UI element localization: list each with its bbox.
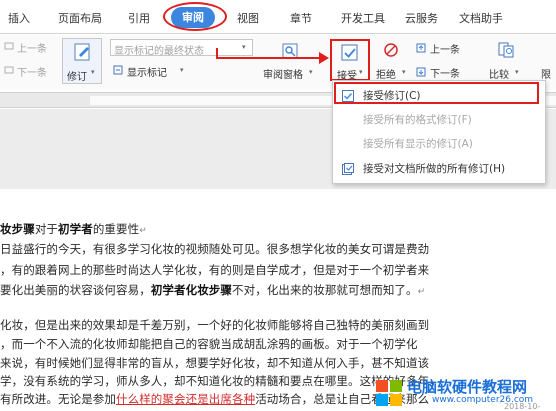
accept-all-icon (342, 163, 354, 175)
ribbon-tab-bar: 插入 页面布局 引用 审阅 视图 章节 开发工具 云服务 文档助手 (0, 0, 556, 34)
menu-item-label: 接受对文档所做的所有修订(H) (363, 163, 506, 175)
tab-view[interactable]: 视图 (237, 10, 259, 26)
compare-button[interactable]: 比较 (489, 66, 509, 81)
paragraph-mark-icon: ↵ (139, 226, 147, 236)
doc-text: 初学者 (58, 222, 93, 236)
tab-insert[interactable]: 插入 (8, 10, 30, 26)
restrict-button[interactable]: 限 (541, 66, 551, 81)
doc-text: 有所改进。无论是参加 (0, 392, 116, 406)
menu-item-accept-all-format[interactable]: 接受所有的格式修订(F) (333, 109, 545, 131)
chevron-down-icon: ▾ (515, 68, 519, 76)
doc-line: 有所改进。无论是参加什么样的聚会还是出席各种活动场合，总是让自己看起来那么 (0, 391, 429, 407)
doc-heading-line: 妆步骤对于初学者的重要性↵ (0, 221, 147, 237)
track-changes-icon (74, 43, 90, 61)
doc-line: 要化出美丽的状容谈何容易，初学者化妆步骤不对，化出来的妆那就可想而知了。↵ (0, 282, 425, 298)
chevron-down-icon: ▾ (91, 68, 95, 76)
watermark-date: 2018-10- (504, 402, 541, 411)
doc-line: 日益盛行的今天，有很多学习化妆的视频随处可见。很多想学化妆的美女可谓是费劲 (0, 242, 430, 256)
doc-line: ，而一个不入流的化妆师却能把自己的容貌当成胡乱涂鸦的画板。对于一个初学化 (0, 337, 418, 351)
menu-item-accept-all[interactable]: 接受对文档所做的所有修订(H) (333, 158, 545, 180)
reject-button[interactable]: 拒绝 (376, 66, 396, 81)
accept-button[interactable]: 接受 ▾ (330, 39, 370, 82)
next-comment-icon (4, 66, 14, 74)
next-comment-label[interactable]: 下一条 (17, 64, 47, 79)
tab-cloud[interactable]: 云服务 (405, 10, 438, 26)
review-pane-button[interactable]: 审阅窗格 (263, 66, 303, 81)
windows-logo-icon (376, 380, 402, 406)
doc-text: 的重要性 (92, 222, 140, 236)
doc-text: 对于 (34, 222, 59, 236)
next-change-icon (416, 67, 426, 77)
next-change-button[interactable]: 下一条 (430, 65, 460, 80)
show-markup-icon (113, 65, 123, 75)
doc-text: 要化出美丽的状容谈何容易， (0, 283, 151, 297)
doc-text: 妆步骤 (0, 222, 35, 236)
prev-comment-label[interactable]: 上一条 (17, 40, 47, 55)
menu-item-label: 接受所有的格式修订(F) (363, 114, 472, 126)
chevron-down-icon: ▾ (359, 68, 363, 76)
accept-icon (341, 44, 358, 61)
site-watermark: 电脑软硬件教程网 www.computer26.com 2018-10- (372, 373, 556, 411)
doc-text: 初学者化妆步骤 (150, 283, 233, 297)
revision-insertion: 什么样的聚会还是出席各种 (116, 392, 256, 406)
watermark-title: 电脑软硬件教程网 (407, 378, 528, 396)
prev-change-button[interactable]: 上一条 (430, 41, 460, 56)
doc-line: 化妆，但是出来的效果却是千差万别，一个好的化妆师能够将自己独特的美丽刻画到 (0, 318, 430, 332)
chevron-down-icon: ▾ (309, 68, 313, 76)
markup-state-value: 显示标记的最终状态 (114, 46, 204, 57)
doc-line: ，有的跟着网上的那些时尚达人学化妆，有的则是自学成才，但是对于一个初学者来 (0, 263, 430, 277)
tab-doc-assistant[interactable]: 文档助手 (459, 10, 503, 26)
menu-highlight-box (334, 82, 539, 104)
tab-references[interactable]: 引用 (128, 10, 150, 26)
chevron-down-icon: ▾ (180, 66, 184, 74)
doc-text: 不对，化出来的妆那就可想而知了。 (232, 283, 418, 297)
menu-item-label: 接受所有显示的修订(A) (363, 138, 473, 150)
track-changes-button[interactable]: 修订 ▾ (62, 38, 102, 84)
track-changes-label: 修订 (67, 72, 87, 83)
tab-chapter[interactable]: 章节 (290, 10, 312, 26)
tab-highlight-circle (163, 2, 227, 31)
chevron-down-icon: ▾ (402, 68, 406, 76)
paragraph-mark-icon: ↵ (417, 287, 426, 297)
reject-icon (384, 43, 398, 57)
tab-page-layout[interactable]: 页面布局 (58, 10, 102, 26)
doc-line: 来说，有时候她们显得非常的盲从，想要学好化妆，却不知道从何入手，甚不知道该 (0, 356, 430, 370)
tab-developer[interactable]: 开发工具 (341, 10, 385, 26)
menu-item-accept-all-shown[interactable]: 接受所有显示的修订(A) (333, 133, 545, 155)
prev-change-icon (416, 43, 426, 53)
prev-comment-icon (4, 42, 14, 50)
show-markup-button[interactable]: 显示标记 (127, 64, 167, 79)
highlight-arrow (216, 48, 329, 64)
compare-icon (498, 42, 514, 58)
